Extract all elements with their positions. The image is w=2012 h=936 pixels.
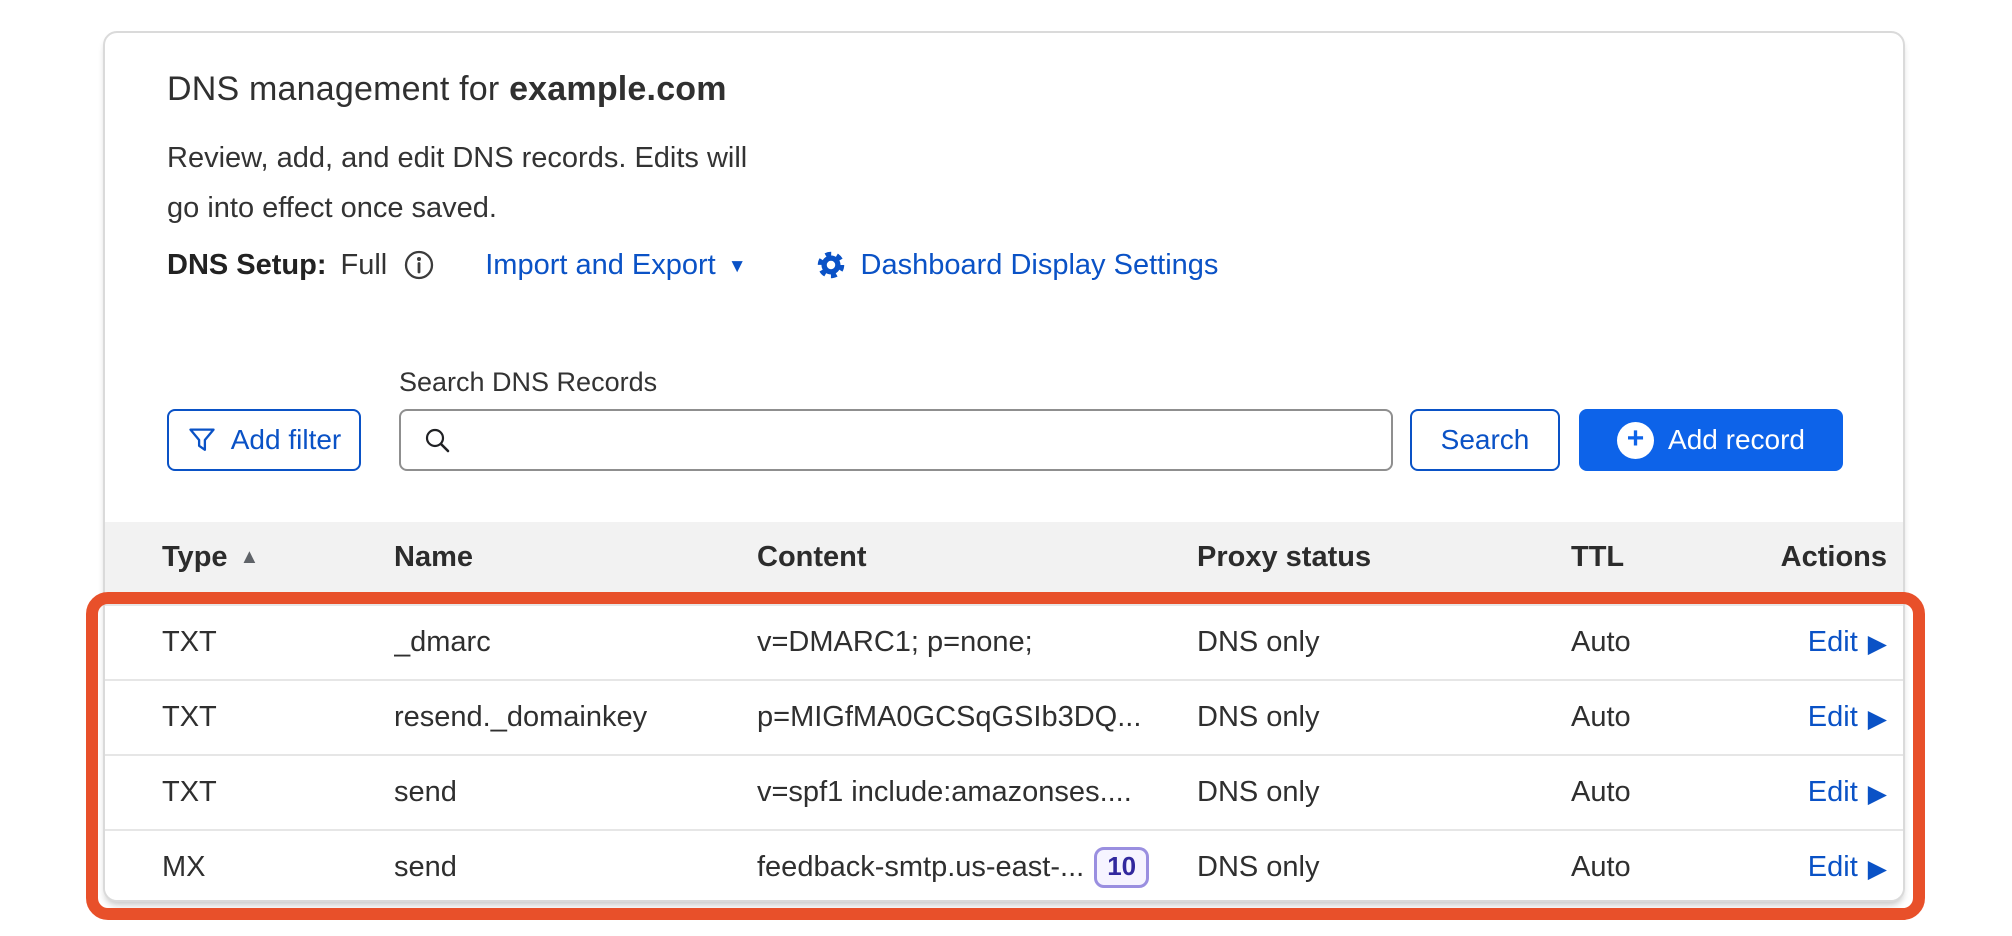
edit-record-link[interactable]: Edit ▶	[1808, 626, 1887, 659]
page-title-domain: example.com	[509, 70, 727, 108]
cell-proxy-status: DNS only	[1197, 851, 1571, 884]
edit-record-link[interactable]: Edit ▶	[1808, 776, 1887, 809]
dashboard-display-settings-link[interactable]: Dashboard Display Settings	[813, 247, 1219, 283]
edit-record-link[interactable]: Edit ▶	[1808, 851, 1887, 884]
column-header-type[interactable]: Type ▲	[162, 541, 394, 574]
search-button[interactable]: Search	[1410, 409, 1560, 471]
info-icon[interactable]	[403, 249, 435, 281]
dns-setup-label: DNS Setup:	[167, 249, 327, 282]
page-description: Review, add, and edit DNS records. Edits…	[167, 133, 747, 233]
page-description-line2: go into effect once saved.	[167, 192, 497, 224]
page-title-prefix: DNS management for	[167, 70, 509, 108]
cell-content: p=MIGfMA0GCSqGSIb3DQ...	[757, 701, 1197, 734]
table-row: TXT send v=spf1 include:amazonses.... DN…	[105, 754, 1903, 829]
chevron-right-icon: ▶	[1868, 854, 1887, 884]
chevron-right-icon: ▶	[1868, 629, 1887, 659]
cell-ttl: Auto	[1571, 701, 1751, 734]
search-icon	[421, 424, 453, 456]
dashboard-display-settings-label: Dashboard Display Settings	[861, 249, 1219, 282]
column-header-name: Name	[394, 541, 757, 574]
sort-ascending-icon: ▲	[240, 546, 260, 569]
column-header-content: Content	[757, 541, 1197, 574]
dns-setup-value: Full	[341, 249, 388, 282]
search-input[interactable]	[467, 410, 1381, 470]
mx-priority-badge: 10	[1094, 847, 1149, 888]
cell-ttl: Auto	[1571, 776, 1751, 809]
chevron-right-icon: ▶	[1868, 704, 1887, 734]
add-record-label: Add record	[1668, 424, 1805, 456]
cell-proxy-status: DNS only	[1197, 776, 1571, 809]
table-row: TXT resend._domainkey p=MIGfMA0GCSqGSIb3…	[105, 679, 1903, 754]
edit-record-link[interactable]: Edit ▶	[1808, 701, 1887, 734]
search-label: Search DNS Records	[399, 367, 657, 398]
cell-content: v=spf1 include:amazonses....	[757, 776, 1197, 809]
column-header-type-label: Type	[162, 541, 228, 574]
cell-ttl: Auto	[1571, 626, 1751, 659]
cell-type: TXT	[162, 776, 394, 809]
filter-icon	[187, 425, 217, 455]
page-description-line1: Review, add, and edit DNS records. Edits…	[167, 142, 747, 174]
import-export-link[interactable]: Import and Export ▼	[485, 249, 746, 282]
cell-actions: Edit ▶	[1751, 851, 1903, 884]
cell-content: v=DMARC1; p=none;	[757, 626, 1197, 659]
column-header-actions: Actions	[1751, 541, 1903, 574]
table-header-row: Type ▲ Name Content Proxy status TTL Act…	[105, 522, 1903, 592]
cell-name: _dmarc	[394, 626, 757, 659]
plus-icon: +	[1617, 422, 1654, 459]
table-row: TXT _dmarc v=DMARC1; p=none; DNS only Au…	[105, 604, 1903, 679]
cell-proxy-status: DNS only	[1197, 701, 1571, 734]
cell-proxy-status: DNS only	[1197, 626, 1571, 659]
cell-type: TXT	[162, 626, 394, 659]
cell-type: TXT	[162, 701, 394, 734]
cell-type: MX	[162, 851, 394, 884]
chevron-right-icon: ▶	[1868, 779, 1887, 809]
cell-ttl: Auto	[1571, 851, 1751, 884]
dns-records-table-body: TXT _dmarc v=DMARC1; p=none; DNS only Au…	[105, 592, 1903, 902]
search-button-label: Search	[1441, 424, 1530, 456]
cell-content: feedback-smtp.us-east-... 10	[757, 847, 1197, 888]
table-row: MX send feedback-smtp.us-east-... 10 DNS…	[105, 829, 1903, 902]
search-box	[399, 409, 1393, 471]
gear-icon	[813, 247, 849, 283]
chevron-down-icon: ▼	[728, 256, 747, 278]
cell-name: send	[394, 776, 757, 809]
dns-setup-row: DNS Setup: Full Import and Export ▼	[167, 247, 1218, 283]
import-export-label: Import and Export	[485, 249, 716, 282]
cell-actions: Edit ▶	[1751, 776, 1903, 809]
add-filter-label: Add filter	[231, 424, 342, 456]
add-record-button[interactable]: + Add record	[1579, 409, 1843, 471]
dns-management-card: DNS management for example.com Review, a…	[103, 31, 1905, 902]
add-filter-button[interactable]: Add filter	[167, 409, 361, 471]
cell-name: resend._domainkey	[394, 701, 757, 734]
column-header-ttl: TTL	[1571, 541, 1751, 574]
column-header-proxy-status: Proxy status	[1197, 541, 1571, 574]
cell-name: send	[394, 851, 757, 884]
cell-actions: Edit ▶	[1751, 701, 1903, 734]
page-title: DNS management for example.com	[167, 70, 727, 109]
cell-actions: Edit ▶	[1751, 626, 1903, 659]
